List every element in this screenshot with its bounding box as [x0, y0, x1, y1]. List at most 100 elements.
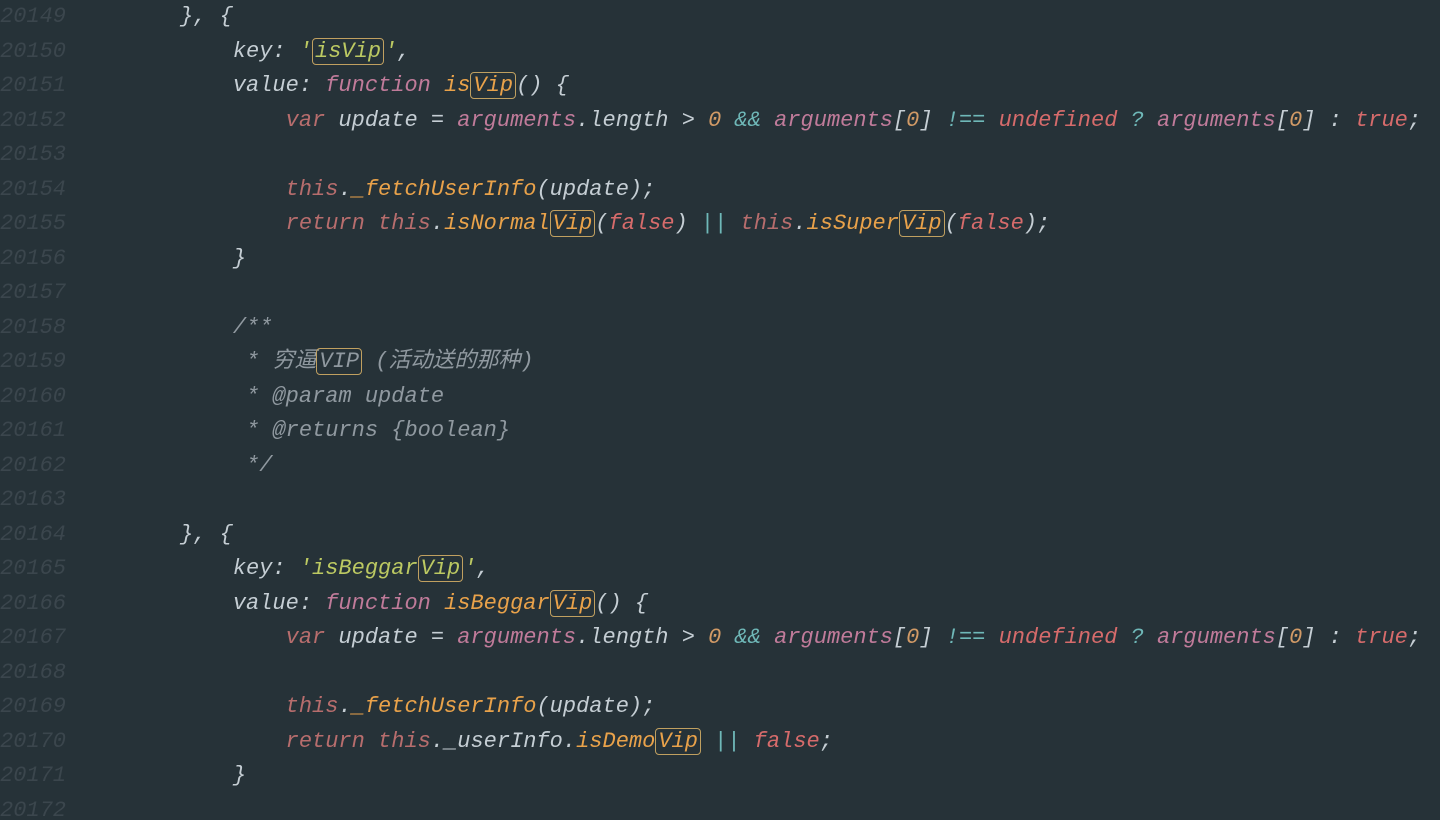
code-token: isBeggar — [312, 556, 418, 581]
code-token: * — [233, 384, 273, 409]
code-token: . — [431, 729, 444, 754]
code-token: */ — [233, 453, 273, 478]
code-token: arguments — [1157, 108, 1276, 133]
code-line[interactable] — [180, 483, 1440, 518]
code-token: arguments — [457, 108, 576, 133]
code-token: ' — [299, 39, 312, 64]
code-token — [741, 729, 754, 754]
code-token — [431, 73, 444, 98]
code-token — [1144, 625, 1157, 650]
code-token: this — [741, 211, 794, 236]
code-token: !== — [946, 625, 986, 650]
code-line[interactable] — [180, 656, 1440, 691]
code-token: . — [793, 211, 806, 236]
code-line[interactable]: * 穷逼VIP (活动送的那种) — [180, 345, 1440, 380]
code-token: 0 — [1289, 108, 1302, 133]
code-line[interactable]: return this._userInfo.isDemoVip || false… — [180, 725, 1440, 760]
code-token: 0 — [906, 625, 919, 650]
code-line[interactable]: this._fetchUserInfo(update); — [180, 690, 1440, 725]
code-line[interactable]: /** — [180, 311, 1440, 346]
code-token: return — [286, 211, 365, 236]
code-token: arguments — [1157, 625, 1276, 650]
line-number-gutter: 2014920150201512015220153201542015520156… — [0, 0, 70, 820]
line-number: 20169 — [0, 690, 64, 725]
code-token: value: — [233, 591, 325, 616]
code-line[interactable]: key: 'isVip', — [180, 35, 1440, 70]
code-token: is — [444, 73, 470, 98]
code-token: . — [431, 211, 444, 236]
code-line[interactable]: return this.isNormalVip(false) || this.i… — [180, 207, 1440, 242]
code-token: update = — [325, 625, 457, 650]
code-token: _userInfo — [444, 729, 563, 754]
code-token: . — [563, 729, 576, 754]
code-token: ] — [919, 625, 945, 650]
code-token: true — [1355, 108, 1408, 133]
code-line[interactable]: * @returns {boolean} — [180, 414, 1440, 449]
code-line[interactable] — [180, 138, 1440, 173]
code-token: ' — [384, 39, 397, 64]
code-token: }, { — [180, 522, 233, 547]
code-token: arguments — [774, 625, 893, 650]
code-token: key: — [233, 556, 299, 581]
code-token — [365, 729, 378, 754]
code-line[interactable]: * @param update — [180, 380, 1440, 415]
code-token — [1117, 108, 1130, 133]
code-token: ] : — [1302, 625, 1355, 650]
code-line[interactable]: }, { — [180, 518, 1440, 553]
line-number: 20150 — [0, 35, 64, 70]
line-number: 20157 — [0, 276, 64, 311]
code-token: @returns — [272, 418, 378, 443]
code-token — [721, 108, 734, 133]
code-token: * 穷逼 — [233, 349, 317, 374]
code-token: isSuper — [807, 211, 899, 236]
code-token: 0 — [906, 108, 919, 133]
code-line[interactable]: var update = arguments.length > 0 && arg… — [180, 104, 1440, 139]
code-line[interactable] — [180, 794, 1440, 820]
code-token: undefined — [999, 108, 1118, 133]
code-line[interactable]: key: 'isBeggarVip', — [180, 552, 1440, 587]
code-token: ? — [1131, 625, 1144, 650]
code-token — [721, 625, 734, 650]
code-token: function — [325, 591, 431, 616]
code-token: [ — [893, 625, 906, 650]
line-number: 20161 — [0, 414, 64, 449]
code-token: Vip — [418, 555, 464, 582]
code-line[interactable]: */ — [180, 449, 1440, 484]
code-token: . — [338, 694, 351, 719]
code-token — [761, 108, 774, 133]
code-token: . — [338, 177, 351, 202]
code-token: && — [735, 625, 761, 650]
code-token: ; — [1408, 625, 1421, 650]
code-line[interactable]: var update = arguments.length > 0 && arg… — [180, 621, 1440, 656]
code-token: ] — [919, 108, 945, 133]
code-line[interactable]: value: function isVip() { — [180, 69, 1440, 104]
code-token: (update); — [536, 694, 655, 719]
line-number: 20160 — [0, 380, 64, 415]
code-token: , — [476, 556, 489, 581]
code-editor[interactable]: 2014920150201512015220153201542015520156… — [0, 0, 1440, 820]
code-line[interactable]: } — [180, 242, 1440, 277]
code-token: ; — [1408, 108, 1421, 133]
code-line[interactable]: }, { — [180, 0, 1440, 35]
code-line[interactable]: this._fetchUserInfo(update); — [180, 173, 1440, 208]
code-token — [365, 211, 378, 236]
code-line[interactable]: } — [180, 759, 1440, 794]
code-token: Vip — [550, 210, 596, 237]
code-token: !== — [946, 108, 986, 133]
line-number: 20156 — [0, 242, 64, 277]
code-token: key: — [233, 39, 299, 64]
code-token: && — [735, 108, 761, 133]
code-line[interactable] — [180, 276, 1440, 311]
code-area[interactable]: }, { key: 'isVip', value: function isVip… — [70, 0, 1440, 820]
line-number: 20155 — [0, 207, 64, 242]
code-token: ; — [820, 729, 833, 754]
code-token: return — [286, 729, 365, 754]
code-token: this — [378, 211, 431, 236]
line-number: 20170 — [0, 725, 64, 760]
code-token: isBeggar — [444, 591, 550, 616]
line-number: 20162 — [0, 449, 64, 484]
code-line[interactable]: value: function isBeggarVip() { — [180, 587, 1440, 622]
code-token: .length > — [576, 625, 708, 650]
line-number: 20151 — [0, 69, 64, 104]
code-token: true — [1355, 625, 1408, 650]
